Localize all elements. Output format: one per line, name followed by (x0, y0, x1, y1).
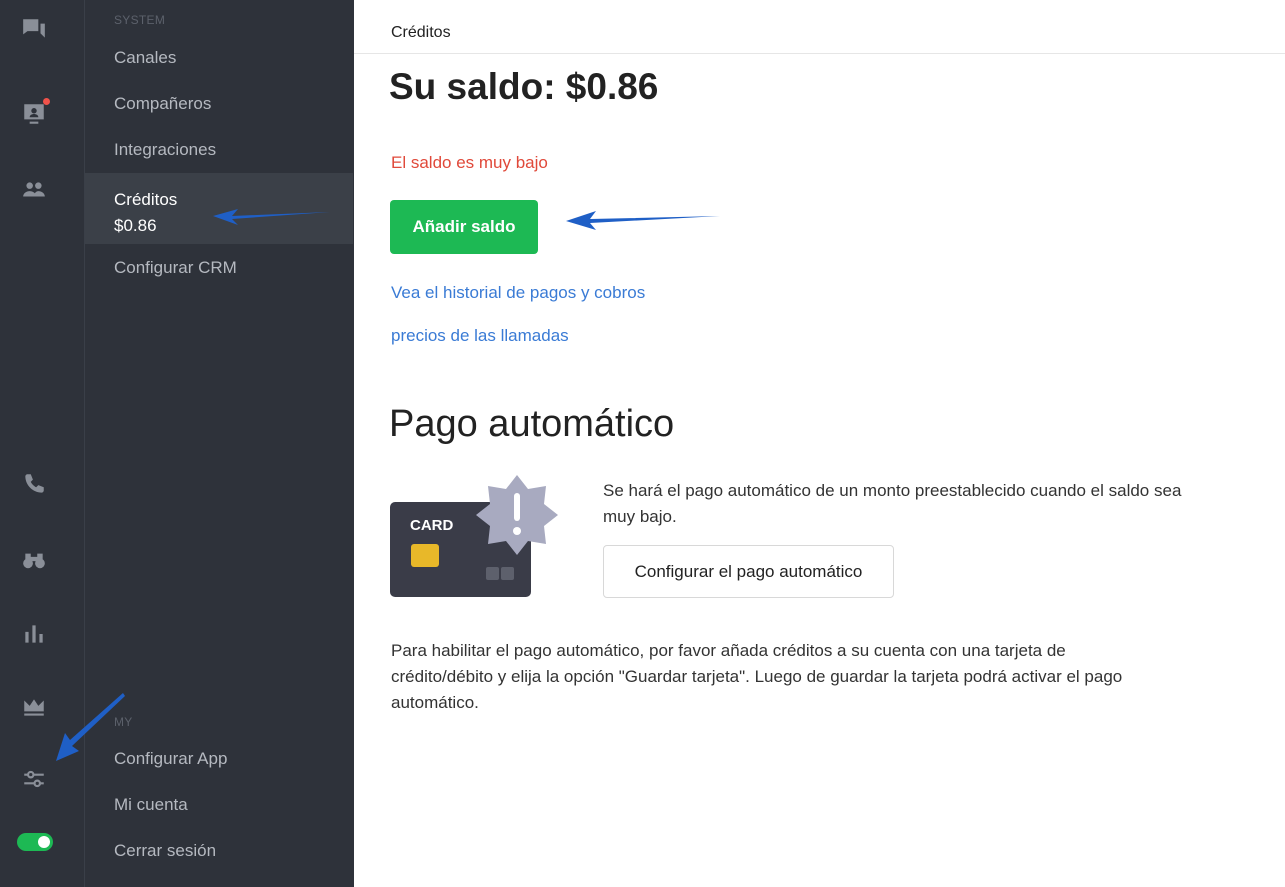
configure-auto-payment-button[interactable]: Configurar el pago automático (603, 545, 894, 598)
call-prices-link[interactable]: precios de las llamadas (391, 326, 569, 346)
stats-icon[interactable] (20, 620, 48, 648)
menu-item-companeros[interactable]: Compañeros (85, 94, 353, 114)
auto-payment-title: Pago automático (389, 403, 675, 445)
add-balance-button[interactable]: Añadir saldo (390, 200, 538, 254)
chat-icon[interactable] (20, 15, 48, 43)
menu-item-mi-cuenta[interactable]: Mi cuenta (85, 795, 353, 815)
divider (354, 53, 1285, 54)
menu-item-balance: $0.86 (114, 216, 157, 235)
menu-item-cerrar-sesion[interactable]: Cerrar sesión (85, 841, 353, 861)
section-label-my: MY (114, 715, 133, 729)
low-balance-warning: El saldo es muy bajo (391, 153, 548, 172)
section-label-system: SYSTEM (114, 13, 166, 27)
card-illustration: CARD (390, 475, 558, 597)
breadcrumb: Créditos (391, 24, 451, 41)
menu-item-configurar-app[interactable]: Configurar App (85, 749, 353, 769)
payment-history-link[interactable]: Vea el historial de pagos y cobros (391, 283, 645, 303)
status-toggle[interactable] (17, 833, 53, 851)
team-icon[interactable] (20, 176, 48, 204)
balance-title: Su saldo: $0.86 (389, 66, 659, 107)
auto-payment-description: Se hará el pago automático de un monto p… (603, 481, 1182, 526)
contacts-icon[interactable] (20, 98, 50, 128)
menu-item-canales[interactable]: Canales (85, 48, 353, 68)
settings-menu: SYSTEM Canales Compañeros Integraciones … (85, 0, 354, 887)
menu-item-creditos[interactable]: Créditos $0.86 (85, 173, 353, 244)
card-label: CARD (410, 517, 453, 534)
auto-payment-note: Para habilitar el pago automático, por f… (391, 641, 1123, 712)
phone-icon[interactable] (20, 470, 48, 498)
binoculars-icon[interactable] (20, 545, 48, 573)
settings-sliders-icon[interactable] (20, 765, 48, 793)
crown-icon[interactable] (20, 693, 48, 721)
main-content: Créditos Su saldo: $0.86 El saldo es muy… (354, 0, 1285, 887)
menu-item-configurar-crm[interactable]: Configurar CRM (85, 258, 353, 278)
menu-item-label: Créditos (114, 190, 178, 209)
menu-item-integraciones[interactable]: Integraciones (85, 140, 353, 160)
icon-rail (0, 0, 85, 887)
notification-dot (43, 98, 50, 105)
